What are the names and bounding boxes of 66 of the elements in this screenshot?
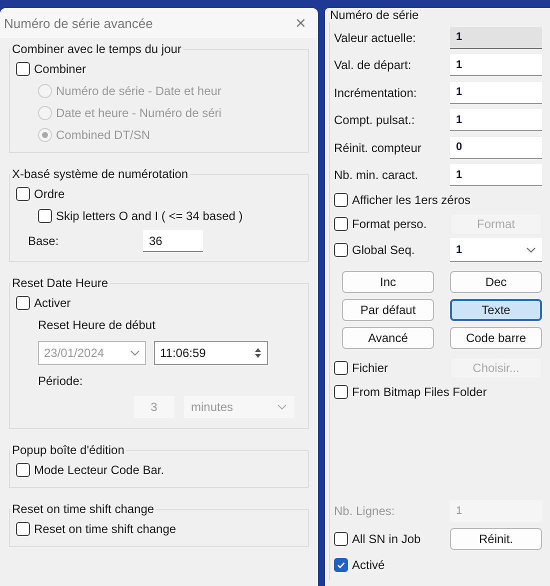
field-label: Réinit. compteur <box>334 140 422 155</box>
field-label: Val. de départ: <box>334 58 412 72</box>
field-label: Base: <box>28 234 60 248</box>
checkbox-label: Activé <box>352 558 385 572</box>
field-label: Compt. pulsat.: <box>334 113 415 128</box>
input-field[interactable]: 1 <box>450 109 542 132</box>
input-field[interactable]: 0 <box>450 136 542 159</box>
checkbox-label: Global Seq. <box>352 243 415 257</box>
checkbox[interactable] <box>334 532 348 546</box>
input-field[interactable]: 1 <box>450 164 542 186</box>
group-title: Numéro de série <box>329 8 420 22</box>
checkbox-label: Ordre <box>34 187 65 201</box>
chevron-icon <box>130 350 140 356</box>
button[interactable]: Code barre <box>450 327 542 349</box>
button[interactable]: Texte <box>450 299 542 321</box>
checkbox-label: Combiner <box>34 62 86 76</box>
checkbox-label: Skip letters O and I ( <= 34 based ) <box>56 209 243 223</box>
checkbox[interactable] <box>16 62 30 76</box>
checkbox[interactable] <box>16 522 30 536</box>
group-title: Reset on time shift change <box>11 502 156 516</box>
button[interactable]: Par défaut <box>342 299 434 321</box>
dropdown[interactable]: 1 <box>450 238 542 262</box>
field-label: Période: <box>38 374 83 388</box>
checkbox-label: Format perso. <box>352 217 427 231</box>
group-title: Reset Date Heure <box>11 276 110 290</box>
button[interactable]: Inc <box>342 271 434 293</box>
checkbox[interactable] <box>16 187 30 201</box>
input-field[interactable]: 1 <box>450 54 542 76</box>
checkbox-label: Reset on time shift change <box>34 522 176 536</box>
field-label: Nb. Lignes: <box>334 504 395 518</box>
chevron-icon <box>277 404 287 410</box>
checkbox[interactable] <box>334 558 348 572</box>
checkbox[interactable] <box>334 243 348 257</box>
field-label: Incrémentation: <box>334 86 417 100</box>
checkbox[interactable] <box>16 296 30 310</box>
field-label: Reset Heure de début <box>38 318 156 332</box>
input-field[interactable]: 1 <box>450 82 542 104</box>
input-field[interactable]: 36 <box>143 230 203 252</box>
close-button[interactable]: × <box>291 12 310 34</box>
checkbox-label: Fichier <box>352 361 388 375</box>
radio-label: Numéro de série - Date et heur <box>56 84 222 98</box>
checkbox-label: From Bitmap Files Folder <box>352 385 487 399</box>
checkbox[interactable] <box>38 209 52 223</box>
radio-label: Date et heure - Numéro de séri <box>56 106 222 120</box>
checkbox-label: All SN in Job <box>352 532 421 546</box>
chevron-icon <box>526 246 536 252</box>
checkbox[interactable] <box>16 463 30 477</box>
button[interactable]: Avancé <box>342 327 434 349</box>
group-title: Popup boîte d'édition <box>11 443 126 457</box>
window-title: Numéro de série avancée <box>4 16 153 30</box>
button[interactable]: Dec <box>450 271 542 293</box>
checkbox-label: Mode Lecteur Code Bar. <box>34 463 164 477</box>
field-label: Nb. min. caract. <box>334 168 418 182</box>
checkbox[interactable] <box>334 193 348 207</box>
checkbox[interactable] <box>334 385 348 399</box>
radio-label: Combined DT/SN <box>56 128 150 142</box>
checkbox-label: Activer <box>34 296 71 310</box>
button[interactable]: Réinit. <box>450 528 542 550</box>
checkbox[interactable] <box>334 217 348 231</box>
field-label: Valeur actuelle: <box>334 30 416 45</box>
checkbox-label: Afficher les 1ers zéros <box>352 193 470 207</box>
group-title: X-basé système de numérotation <box>11 167 190 181</box>
group-title: Combiner avec le temps du jour <box>11 42 182 56</box>
spin-icon <box>254 347 262 359</box>
check-icon <box>336 560 346 570</box>
checkbox[interactable] <box>334 361 348 375</box>
